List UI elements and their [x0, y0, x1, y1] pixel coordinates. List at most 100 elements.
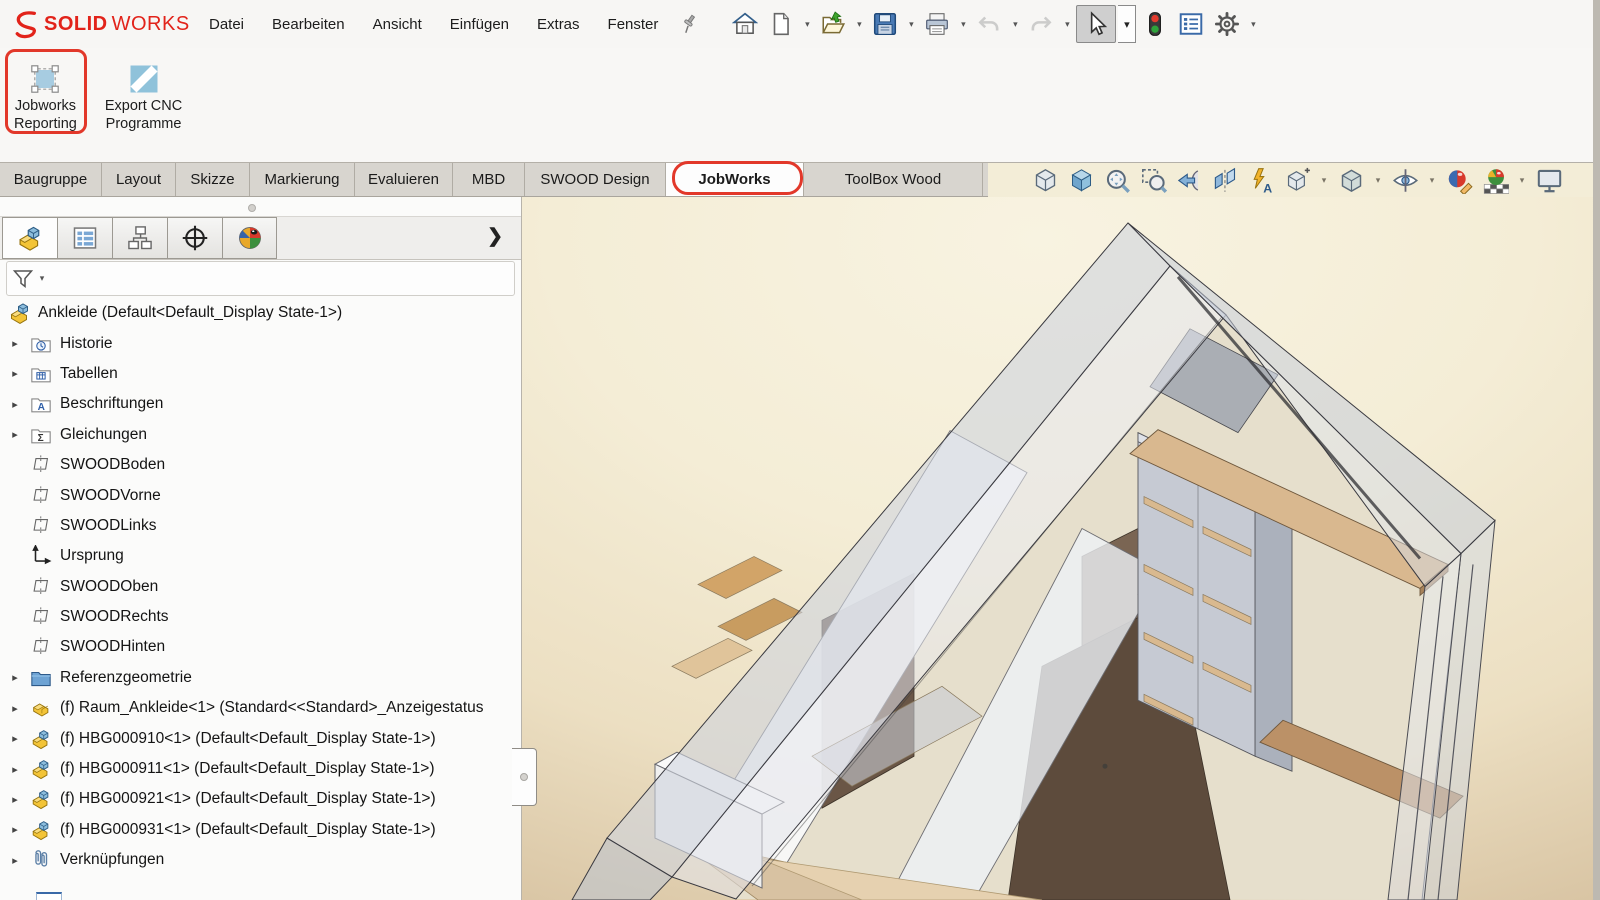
tab-jobworks[interactable]: JobWorks [666, 163, 804, 196]
home-button[interactable] [728, 5, 762, 43]
view-settings-button[interactable] [1534, 165, 1564, 195]
dropdown-caret[interactable]: ▾ [852, 19, 866, 30]
pushpin-icon[interactable] [678, 13, 700, 35]
filter-dropdown-caret[interactable]: ▾ [35, 273, 49, 284]
tab-baugruppe[interactable]: Baugruppe [0, 163, 102, 196]
zoom-pan-button[interactable] [1102, 165, 1132, 195]
tab-skizze[interactable]: Skizze [176, 163, 250, 196]
tree-expand-arrow[interactable]: ▸ [0, 367, 30, 380]
edit-appearance-button[interactable] [1444, 165, 1474, 195]
dropdown-caret[interactable]: ▾ [1372, 175, 1384, 186]
tree-item-swoodrechts[interactable]: SWOODRechts [0, 602, 521, 632]
hide-show-items-button[interactable] [1390, 165, 1420, 195]
dropdown-caret[interactable]: ▾ [1008, 19, 1022, 30]
panel-splitter-bar[interactable] [0, 197, 521, 217]
dropdown-caret[interactable]: ▾ [1318, 175, 1330, 186]
new-document-button[interactable] [764, 5, 798, 43]
tree-item-f-hbg000931-1-default-default-display-st[interactable]: ▸(f) HBG000931<1> (Default<Default_Displ… [0, 815, 521, 845]
zoom-area-button[interactable] [1138, 165, 1168, 195]
tree-item-swoodlinks[interactable]: SWOODLinks [0, 511, 521, 541]
menu-bearbeiten[interactable]: Bearbeiten [258, 10, 359, 39]
hide-show-items-icon [1392, 167, 1419, 194]
tab-swood-design[interactable]: SWOOD Design [525, 163, 666, 196]
settings-gear-button[interactable] [1210, 5, 1244, 43]
panel-splitter-handle[interactable] [512, 748, 537, 806]
tree-expand-arrow[interactable]: ▸ [0, 763, 30, 776]
tab-toolbox-wood[interactable]: ToolBox Wood [804, 163, 983, 196]
3d-model-ankleide[interactable] [522, 197, 1600, 900]
traffic-light-button[interactable] [1138, 5, 1172, 43]
redo-button[interactable] [1024, 5, 1058, 43]
tab-markierung[interactable]: Markierung [250, 163, 355, 196]
tree-item-ursprung[interactable]: Ursprung [0, 541, 521, 571]
tree-expand-arrow[interactable]: ▸ [0, 337, 30, 350]
undo-button[interactable] [972, 5, 1006, 43]
display-style-button[interactable] [1336, 165, 1366, 195]
zoom-to-fit-button[interactable] [1030, 165, 1060, 195]
open-button[interactable] [816, 5, 850, 43]
tab-mbd[interactable]: MBD [453, 163, 525, 196]
menu-datei[interactable]: Datei [195, 10, 258, 39]
select-arrow-button[interactable] [1076, 5, 1116, 43]
filter-funnel-icon[interactable] [11, 267, 35, 291]
tree-expand-arrow[interactable]: ▸ [0, 398, 30, 411]
panel-tab-appearances[interactable] [222, 217, 277, 259]
tree-item-swoodvorne[interactable]: SWOODVorne [0, 480, 521, 510]
menu-einfgen[interactable]: Einfügen [436, 10, 523, 39]
tree-item-verkn-pfungen[interactable]: ▸Verknüpfungen [0, 845, 521, 875]
tree-item-f-raum-ankleide-1-standard-standard-anze[interactable]: ▸(f) Raum_Ankleide<1> (Standard<<Standar… [0, 693, 521, 723]
tree-expand-arrow[interactable]: ▸ [0, 671, 30, 684]
annotations-button[interactable]: A [1246, 165, 1276, 195]
previous-view-button[interactable] [1174, 165, 1204, 195]
view-orientation-button[interactable] [1282, 165, 1312, 195]
panel-tab-dimxpert[interactable] [167, 217, 222, 259]
tree-item-swoodoben[interactable]: SWOODOben [0, 572, 521, 602]
print-button[interactable] [920, 5, 954, 43]
tree-expand-arrow[interactable]: ▸ [0, 823, 30, 836]
menu-fenster[interactable]: Fenster [594, 10, 673, 39]
dropdown-caret[interactable]: ▾ [956, 19, 970, 30]
dropdown-caret[interactable]: ▾ [1246, 19, 1260, 30]
section-view-button[interactable] [1210, 165, 1240, 195]
apply-scene-button[interactable] [1480, 165, 1510, 195]
graphics-viewport[interactable] [522, 197, 1600, 900]
dropdown-caret[interactable]: ▾ [904, 19, 918, 30]
command-list-button[interactable] [1174, 5, 1208, 43]
tab-layout[interactable]: Layout [102, 163, 176, 196]
tree-item-f-hbg000910-1-default-default-display-st[interactable]: ▸(f) HBG000910<1> (Default<Default_Displ… [0, 723, 521, 753]
dropdown-caret[interactable]: ▾ [1516, 175, 1528, 186]
dropdown-caret[interactable]: ▾ [1426, 175, 1438, 186]
tree-expand-arrow[interactable]: ▸ [0, 854, 30, 867]
save-button[interactable] [868, 5, 902, 43]
tree-filter-bar[interactable]: ▾ [6, 261, 515, 296]
menu-extras[interactable]: Extras [523, 10, 594, 39]
tree-expand-arrow[interactable]: ▸ [0, 702, 30, 715]
jobworks-reporting-button[interactable]: JobworksReporting [5, 50, 86, 142]
tree-item-ankleide-default-default-display-state-1[interactable]: Ankleide (Default<Default_Display State-… [0, 298, 521, 328]
tree-item-gleichungen[interactable]: ▸ΣGleichungen [0, 420, 521, 450]
dropdown-caret[interactable]: ▾ [1060, 19, 1074, 30]
tree-item-swoodhinten[interactable]: SWOODHinten [0, 632, 521, 662]
tree-item-historie[interactable]: ▸Historie [0, 328, 521, 358]
menu-ansicht[interactable]: Ansicht [359, 10, 436, 39]
tree-expand-arrow[interactable]: ▸ [0, 793, 30, 806]
tree-item-f-hbg000921-1-default-default-display-st[interactable]: ▸(f) HBG000921<1> (Default<Default_Displ… [0, 784, 521, 814]
shaded-cube-button[interactable] [1066, 165, 1096, 195]
tab-evaluieren[interactable]: Evaluieren [355, 163, 453, 196]
tree-item-swoodboden[interactable]: SWOODBoden [0, 450, 521, 480]
tree-item-label: SWOODOben [60, 578, 158, 596]
tree-item-beschriftungen[interactable]: ▸ABeschriftungen [0, 389, 521, 419]
panel-tab-propertymanager[interactable] [57, 217, 112, 259]
tree-item-tabellen[interactable]: ▸Tabellen [0, 359, 521, 389]
tree-expand-arrow[interactable]: ▸ [0, 732, 30, 745]
tree-item-f-hbg000911-1-default-default-display-st[interactable]: ▸(f) HBG000911<1> (Default<Default_Displ… [0, 754, 521, 784]
export-cnc-programme-button[interactable]: Export CNCProgramme [96, 50, 191, 142]
tree-item-referenzgeometrie[interactable]: ▸Referenzgeometrie [0, 663, 521, 693]
dropdown-caret[interactable]: ▾ [1118, 5, 1136, 43]
tree-expand-arrow[interactable]: ▸ [0, 428, 30, 441]
panel-expand-arrow[interactable]: ❯ [487, 225, 503, 248]
dropdown-caret[interactable]: ▾ [800, 19, 814, 30]
select-arrow-icon [1083, 11, 1109, 37]
panel-tab-featuremanager-tree[interactable] [2, 217, 57, 259]
panel-tab-configurationmanager[interactable] [112, 217, 167, 259]
